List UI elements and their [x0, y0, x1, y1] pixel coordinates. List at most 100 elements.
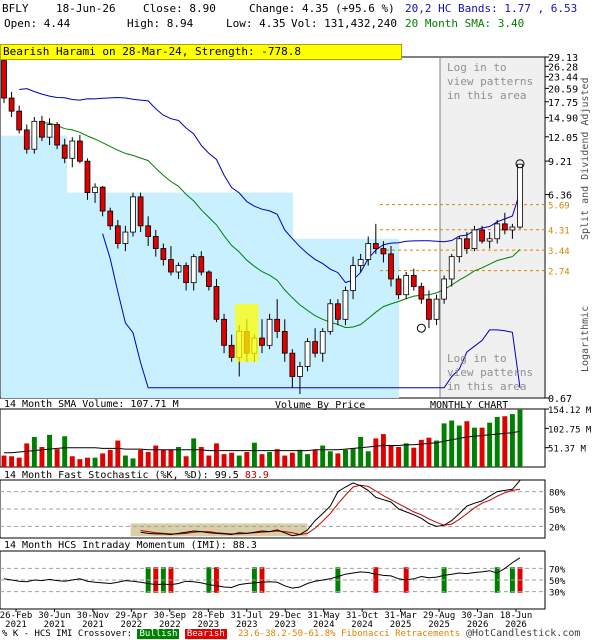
- volume-bar: [449, 420, 455, 467]
- volume-bar: [282, 455, 288, 467]
- price-tick-label: 17.75: [548, 98, 578, 109]
- volume-bar: [100, 453, 106, 467]
- volume-tick-label: 102.75 M: [548, 425, 592, 435]
- candle-body: [152, 236, 159, 249]
- volume-bar: [388, 445, 394, 467]
- candle-body: [221, 318, 227, 346]
- stoch-label-text: 14 Month Fast Stochastic (%K, %D):: [4, 470, 209, 481]
- candle-body: [342, 290, 349, 320]
- volume-bar: [297, 449, 303, 467]
- candle-body: [61, 144, 68, 159]
- candle-body: [494, 223, 501, 240]
- candle-body: [137, 196, 144, 227]
- fib-label: 2.74: [548, 268, 570, 278]
- volume-bar: [441, 423, 447, 467]
- candle-body: [92, 186, 98, 193]
- pattern-label[interactable]: Bearish Harami on 28-Mar-24, Strength: -…: [0, 44, 402, 60]
- candle-body: [479, 229, 485, 242]
- candle-body: [107, 210, 114, 227]
- bearish-badge: Bearish: [184, 629, 227, 639]
- x-tick-label: 26-Feb 2021: [0, 611, 32, 630]
- x-tick-label: 31-Mar 2025: [384, 611, 417, 630]
- crossover-legend: % K - HCS IMI Crossover: Bullish Bearish: [2, 629, 227, 639]
- candle-body: [183, 265, 189, 284]
- price-tick-label: 14.90: [548, 114, 578, 125]
- x-tick-label: 30-Nov 2021: [77, 611, 110, 630]
- volume-tick-label: 51.37 M: [548, 445, 587, 455]
- volume-bar: [267, 451, 273, 467]
- candle-body: [304, 341, 311, 367]
- volume-bar: [274, 449, 280, 467]
- x-tick-label: 31-Jul 2023: [231, 611, 264, 630]
- volume-bar: [517, 409, 523, 467]
- candle-body: [448, 256, 455, 280]
- candle-body: [31, 120, 38, 150]
- volume-bar: [434, 440, 439, 467]
- volume-bar: [487, 422, 493, 467]
- candle-body: [501, 223, 508, 231]
- x-tick-label: 28-Feb 2023: [192, 611, 225, 630]
- volume-bar: [1, 455, 7, 467]
- candle-body: [395, 278, 402, 296]
- bullish-badge: Bullish: [137, 629, 180, 639]
- candle-body: [274, 318, 281, 332]
- monthly-chart-label: MONTHLY CHART: [430, 400, 509, 411]
- candle-body: [23, 129, 30, 150]
- candle-body: [122, 231, 129, 244]
- volume-bar: [107, 449, 113, 467]
- candle-body: [486, 238, 493, 242]
- candle-body: [46, 124, 53, 138]
- candle-body: [281, 330, 288, 354]
- candle-body: [357, 259, 364, 266]
- candle-body: [433, 298, 440, 320]
- login-overlay-bottom[interactable]: Log in to view patterns in this area: [447, 352, 535, 394]
- locked-region: [440, 58, 544, 397]
- volume-bar: [206, 455, 212, 467]
- volume-bar: [251, 442, 257, 467]
- candle-body: [312, 341, 318, 354]
- volume-bar: [130, 458, 136, 467]
- x-tick-label: 29-Apr 2022: [115, 611, 148, 630]
- volume-bar: [62, 436, 68, 467]
- volume-tick-label: 154.12 M: [548, 406, 592, 416]
- volume-bar: [122, 455, 128, 467]
- candle-body: [471, 229, 478, 249]
- volume-bar: [312, 449, 318, 467]
- fib-label: 4.31: [548, 227, 570, 237]
- fib-legend: 23.6-38.2-50-61.8% Fibonacci Retracement…: [238, 629, 461, 639]
- candle-body: [266, 318, 273, 346]
- candle-body: [8, 97, 15, 112]
- volume-bar: [85, 457, 90, 467]
- candle-body: [130, 196, 136, 233]
- candle-body: [175, 265, 182, 273]
- stoch-k-value: 99.5: [214, 470, 239, 481]
- volume-bar: [479, 427, 485, 467]
- price-tick-label: 20.59: [548, 84, 578, 95]
- candle-body: [372, 243, 379, 249]
- brand-label[interactable]: @HotCandlestick.com: [466, 628, 580, 639]
- candle-body: [54, 124, 60, 146]
- candle-body: [456, 238, 463, 258]
- candle-body: [289, 352, 296, 377]
- volume-bar: [191, 438, 197, 467]
- price-tick-label: 9.21: [548, 157, 572, 168]
- candle-body: [327, 303, 334, 332]
- candle-body: [1, 60, 7, 99]
- price-tick-label: 12.05: [548, 133, 578, 144]
- price-tick-label: 0.67: [548, 394, 572, 405]
- volume-bar: [403, 443, 409, 467]
- volume-bar: [244, 451, 250, 467]
- candle-body: [145, 225, 152, 237]
- momentum-tick-label: 70%: [549, 565, 566, 575]
- volume-bar: [327, 451, 333, 467]
- volume-bar: [305, 454, 310, 467]
- fib-label: 3.44: [548, 247, 570, 257]
- login-overlay-top[interactable]: Log in to view patterns in this area: [447, 61, 535, 103]
- volume-bar: [456, 425, 462, 467]
- volume-bar: [259, 454, 265, 467]
- volume-bar: [77, 459, 83, 467]
- volume-bar: [47, 434, 52, 467]
- logarithmic-label: Logarithmic: [580, 305, 591, 372]
- candle-body: [410, 275, 417, 287]
- volume-bar: [472, 427, 477, 467]
